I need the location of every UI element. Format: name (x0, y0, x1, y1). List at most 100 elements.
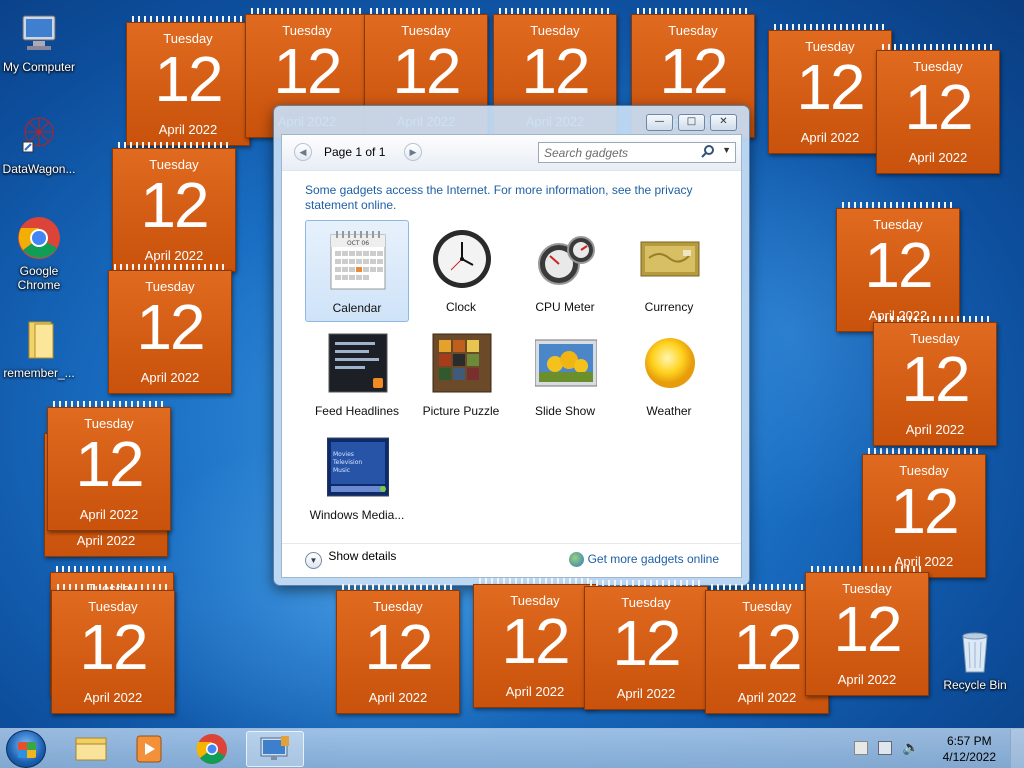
calendar-month: April 2022 (837, 672, 897, 687)
calendar-gadget-face: Tuesday12April 2022 (108, 270, 232, 394)
calendar-gadget[interactable]: Tuesday12April 2022 (584, 580, 708, 710)
calendar-gadget[interactable]: Tuesday12April 2022 (47, 401, 171, 531)
calendar-gadget[interactable]: Tuesday12April 2022 (836, 202, 960, 332)
calendar-gadget-face: Tuesday12April 2022 (768, 30, 892, 154)
gadget-currency[interactable]: Currency (617, 220, 721, 322)
gadget-label: Currency (644, 300, 694, 314)
gadget-cpu-meter[interactable]: CPU Meter (513, 220, 617, 322)
desktop-icon-datawagon[interactable]: DataWagon... (1, 112, 77, 176)
calendar-gadget-face: Tuesday12April 2022 (473, 584, 597, 708)
calendar-month: April 2022 (158, 122, 218, 137)
calendar-gadget[interactable]: Tuesday12April 2022 (126, 16, 250, 146)
volume-icon[interactable]: 🔈 (902, 740, 919, 756)
gadget-weather[interactable]: Weather (617, 324, 721, 426)
datawagon-icon (15, 112, 63, 160)
get-more-gadgets-link[interactable]: Get more gadgets online (569, 552, 719, 568)
calendar-date: 12 (79, 611, 148, 683)
gadget-feed-headlines[interactable]: Feed Headlines (305, 324, 409, 426)
start-button[interactable] (6, 730, 46, 768)
minimize-button[interactable]: — (646, 114, 673, 131)
chrome-icon (15, 214, 63, 262)
calendar-gadget[interactable]: Tuesday12April 2022 (51, 584, 175, 714)
desktop-icon-label: remember_... (3, 366, 75, 380)
gadget-label: Slide Show (534, 404, 596, 418)
folder-icon (75, 737, 107, 761)
network-icon[interactable] (878, 741, 892, 755)
gadgets-taskbar-button[interactable] (246, 731, 304, 767)
calendar-date: 12 (154, 43, 223, 115)
desktop-icon-label: Recycle Bin (943, 678, 1007, 692)
calendar-month: April 2022 (144, 248, 204, 263)
gadget-windows-media[interactable]: Movies Television Music Windows Media... (305, 428, 409, 530)
calendar-date: 12 (659, 35, 728, 107)
next-page-icon[interactable]: ▶ (404, 143, 422, 161)
calendar-gadget[interactable]: Tuesday12April 2022 (112, 142, 236, 272)
taskbar-date: 4/12/2022 (942, 750, 996, 764)
gadget-picture-puzzle[interactable]: Picture Puzzle (409, 324, 513, 426)
media-player-taskbar-button[interactable] (120, 731, 178, 767)
system-tray: 🔈 (854, 739, 924, 759)
calendar-gadget[interactable]: Tuesday12April 2022 (473, 578, 597, 708)
gallery-toolbar: ◀ Page 1 of 1 ▶ Search gadgets ▼ (282, 135, 741, 171)
desktop-icon-my-computer[interactable]: My Computer (1, 10, 77, 74)
desktop-icon-google-chrome[interactable]: Google Chrome (1, 214, 77, 292)
calendar-date: 12 (273, 35, 342, 107)
calendar-gadget-face: Tuesday12April 2022 (51, 590, 175, 714)
gadget-label: Picture Puzzle (422, 404, 500, 418)
taskbar-clock[interactable]: 6:57 PM 4/12/2022 (943, 733, 996, 765)
calendar-date: 12 (901, 343, 970, 415)
close-button[interactable]: ✕ (710, 114, 737, 131)
slide-show-icon (534, 332, 598, 394)
search-icon[interactable] (701, 144, 715, 161)
calendar-gadget[interactable]: Tuesday12April 2022 (862, 448, 986, 578)
media-thumb-line: Movies (333, 451, 354, 458)
calendar-date: 12 (392, 35, 461, 107)
taskbar: 🔈 6:57 PM 4/12/2022 (0, 728, 1024, 768)
calendar-icon: OCT 06 (328, 229, 390, 291)
calendar-gadget[interactable]: Tuesday12April 2022 (108, 264, 232, 394)
folder-icon (15, 316, 63, 364)
calendar-gadget[interactable]: Tuesday12April 2022 (876, 44, 1000, 174)
calendar-month: April 2022 (505, 684, 565, 699)
calendar-gadget-face: Tuesday12April 2022 (873, 322, 997, 446)
gadget-gallery-window[interactable]: — □ ✕ ◀ Page 1 of 1 ▶ Search gadgets ▼ S… (273, 105, 750, 586)
calendar-gadget[interactable]: Tuesday12April 2022 (873, 316, 997, 446)
restore-button[interactable]: □ (678, 114, 705, 131)
gadget-clock[interactable]: Clock (409, 220, 513, 322)
action-center-flag-icon[interactable] (854, 741, 868, 755)
search-gadgets-input[interactable]: Search gadgets ▼ (538, 142, 736, 163)
calendar-gadget-face: Tuesday12April 2022 (876, 50, 1000, 174)
pager: ◀ Page 1 of 1 ▶ (294, 143, 424, 163)
calendar-date: 12 (612, 607, 681, 679)
show-desktop-button[interactable] (1010, 729, 1024, 768)
chrome-icon (196, 734, 227, 764)
calendar-month: April 2022 (76, 533, 136, 548)
calendar-gadget-face: Tuesday12April 2022 (862, 454, 986, 578)
chevron-down-icon: ▼ (305, 552, 322, 569)
calendar-gadget[interactable]: Tuesday12April 2022 (336, 584, 460, 714)
search-dropdown-icon[interactable]: ▼ (722, 145, 731, 155)
gadget-label: Calendar (332, 301, 382, 315)
gadget-calendar[interactable]: OCT 06 Calendar (305, 220, 409, 322)
search-placeholder: Search gadgets (544, 146, 629, 160)
computer-icon (15, 10, 63, 58)
calendar-gadget[interactable]: Tuesday12April 2022 (805, 566, 929, 696)
desktop-icon-recycle-bin[interactable]: Recycle Bin (937, 628, 1013, 692)
explorer-taskbar-button[interactable] (62, 731, 120, 767)
desktop-icon-label: Google Chrome (17, 264, 61, 292)
desktop-icon-remember-folder[interactable]: remember_... (1, 316, 77, 380)
calendar-date: 12 (521, 35, 590, 107)
calendar-gadget-face: Tuesday12April 2022 (336, 590, 460, 714)
calendar-gadget[interactable]: Tuesday12April 2022 (768, 24, 892, 154)
gadget-slide-show[interactable]: Slide Show (513, 324, 617, 426)
calendar-date: 12 (864, 229, 933, 301)
cpu-meter-icon (535, 228, 597, 290)
show-details-button[interactable]: ▼ Show details (305, 549, 396, 569)
calendar-gadget-face: Tuesday12April 2022 (112, 148, 236, 272)
internet-notice-link[interactable]: Some gadgets access the Internet. For mo… (305, 183, 715, 213)
previous-page-icon[interactable]: ◀ (294, 143, 312, 161)
windows-media-icon: Movies Television Music (326, 436, 390, 498)
chrome-taskbar-button[interactable] (183, 731, 241, 767)
calendar-date: 12 (890, 475, 959, 547)
calendar-date: 12 (140, 169, 209, 241)
